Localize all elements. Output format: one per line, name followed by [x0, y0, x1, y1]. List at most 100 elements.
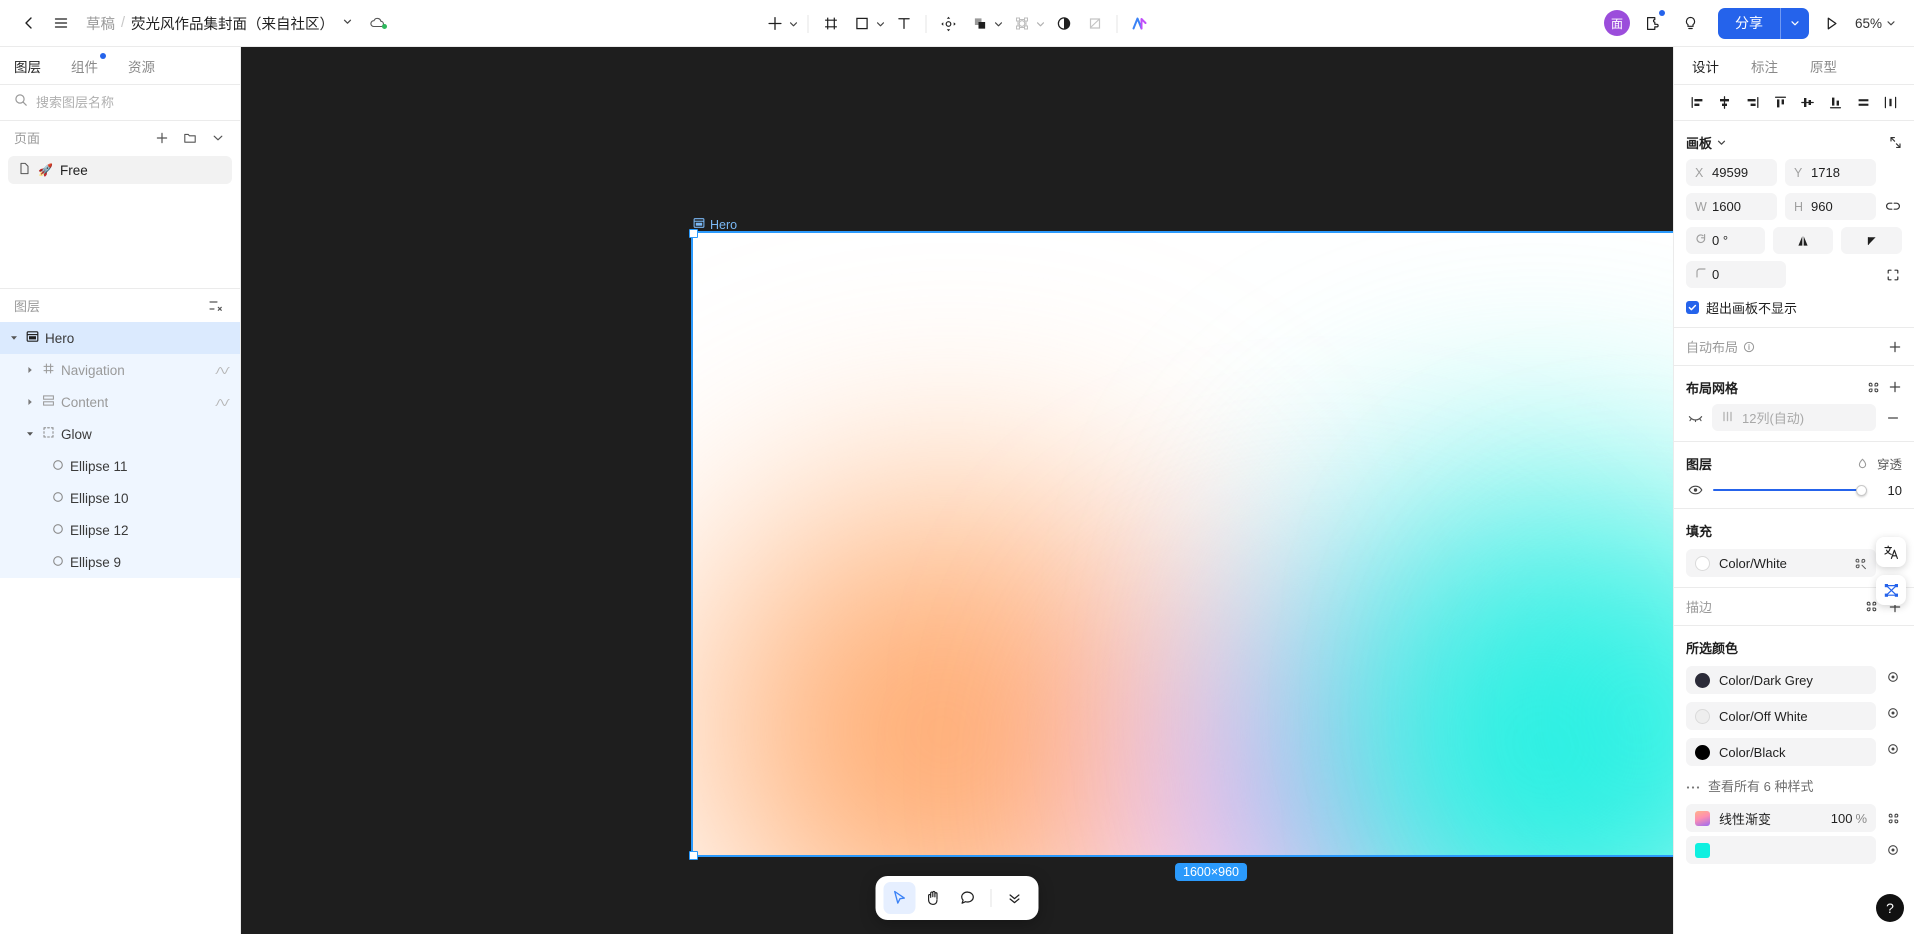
clip-content-checkbox-row[interactable]: 超出画板不显示 [1686, 298, 1902, 317]
page-item-free[interactable]: 🚀 Free [8, 156, 232, 184]
color-swatch[interactable] [1695, 744, 1710, 760]
target-icon[interactable] [1884, 706, 1902, 720]
contrast-icon[interactable] [1049, 9, 1079, 39]
styles-icon[interactable] [1867, 381, 1880, 394]
flip-vertical-icon[interactable] [1841, 227, 1903, 254]
add-layout-grid-button[interactable] [1888, 380, 1902, 394]
ai-icon[interactable] [1125, 9, 1155, 39]
cursor-tool[interactable] [883, 882, 916, 914]
remove-layout-grid-button[interactable] [1884, 411, 1902, 425]
layer-row-ellipse-11[interactable]: Ellipse 11 [0, 450, 240, 482]
boolean-caret-icon[interactable] [992, 19, 1006, 29]
frame-icon[interactable] [816, 9, 846, 39]
fill-item[interactable]: Color/White [1686, 549, 1876, 577]
target-icon[interactable] [1884, 843, 1902, 857]
independent-corners-icon[interactable] [1884, 268, 1902, 282]
target-icon[interactable] [1884, 742, 1902, 756]
lightbulb-icon[interactable] [1676, 8, 1706, 38]
gradient-item[interactable]: 线性渐变 100 % [1686, 804, 1876, 832]
disclosure-triangle-icon[interactable] [8, 334, 20, 342]
translate-icon[interactable] [1876, 537, 1906, 567]
add-icon[interactable] [760, 9, 790, 39]
artboard-label[interactable]: Hero [693, 217, 737, 232]
x-position-field[interactable]: X 49599 [1686, 159, 1777, 186]
align-center-vertical-icon[interactable] [1797, 92, 1819, 114]
disclosure-triangle-icon[interactable] [24, 430, 36, 438]
back-button[interactable] [14, 8, 44, 38]
link-ratio-icon[interactable] [1884, 200, 1902, 214]
vector-network-icon[interactable] [1876, 575, 1906, 605]
extra-color-item[interactable] [1686, 836, 1876, 864]
chevron-down-icon[interactable] [342, 16, 353, 30]
breadcrumb-draft[interactable]: 草稿 [86, 13, 115, 34]
layers-list[interactable]: Hero Navigation Content Glow Ellipse 11 … [0, 322, 240, 934]
gradient-swatch[interactable] [1695, 810, 1710, 826]
fill-swatch[interactable] [1695, 555, 1710, 571]
layer-row-ellipse-9[interactable]: Ellipse 9 [0, 546, 240, 578]
eye-off-icon[interactable] [1686, 412, 1704, 424]
collapse-icon[interactable] [1889, 136, 1902, 149]
align-left-icon[interactable] [1686, 92, 1708, 114]
hamburger-menu-icon[interactable] [46, 8, 76, 38]
align-bottom-icon[interactable] [1825, 92, 1847, 114]
flip-horizontal-icon[interactable] [1772, 227, 1834, 254]
distribute-horizontal-icon[interactable] [1880, 92, 1902, 114]
plugin-icon[interactable] [1638, 8, 1668, 38]
target-icon[interactable] [1884, 670, 1902, 684]
layer-row-glow[interactable]: Glow [0, 418, 240, 450]
selected-color-item[interactable]: Color/Off White [1686, 702, 1876, 730]
boolean-icon[interactable] [965, 9, 995, 39]
layer-row-ellipse-10[interactable]: Ellipse 10 [0, 482, 240, 514]
distribute-vertical-icon[interactable] [1852, 92, 1874, 114]
selected-color-item[interactable]: Color/Black [1686, 738, 1876, 766]
gradient-opacity-value[interactable]: 100 [1831, 811, 1853, 826]
slice-icon[interactable] [1080, 9, 1110, 39]
disclosure-triangle-icon[interactable] [24, 398, 36, 406]
add-page-button[interactable] [150, 126, 174, 150]
tab-design[interactable]: 设计 [1692, 56, 1719, 76]
add-caret-icon[interactable] [787, 19, 801, 29]
share-button[interactable]: 分享 [1717, 7, 1809, 39]
rectangle-icon[interactable] [847, 9, 877, 39]
vector-caret-icon[interactable] [1034, 19, 1048, 29]
styles-icon[interactable] [1884, 812, 1902, 825]
tab-assets[interactable]: 资源 [128, 56, 155, 76]
layer-filter-button[interactable] [200, 291, 230, 321]
info-icon[interactable] [1743, 341, 1755, 353]
opacity-value[interactable]: 10 [1876, 483, 1902, 498]
play-icon[interactable] [1817, 8, 1847, 38]
view-all-styles-button[interactable]: 查看所有 6 种样式 [1686, 776, 1902, 795]
layer-row-hero[interactable]: Hero [0, 322, 240, 354]
width-field[interactable]: W 1600 [1686, 193, 1777, 220]
corner-radius-field[interactable]: 0 [1686, 261, 1786, 288]
layout-grid-input[interactable]: 12列(自动) [1712, 404, 1876, 431]
rectangle-caret-icon[interactable] [874, 19, 888, 29]
selected-color-item[interactable]: Color/Dark Grey [1686, 666, 1876, 694]
new-folder-button[interactable] [178, 126, 202, 150]
align-top-icon[interactable] [1769, 92, 1791, 114]
blend-mode-label[interactable]: 穿透 [1877, 454, 1902, 473]
opacity-slider[interactable] [1713, 482, 1867, 498]
layer-row-ellipse-12[interactable]: Ellipse 12 [0, 514, 240, 546]
chevron-down-icon[interactable] [1716, 137, 1727, 148]
breadcrumb[interactable]: 草稿 / 荧光风作品集封面（来自社区） [86, 13, 388, 34]
disclosure-triangle-icon[interactable] [24, 366, 36, 374]
selection-handle-bottom-left[interactable] [689, 851, 698, 860]
blend-mode-icon[interactable] [1856, 457, 1869, 470]
tab-annotate[interactable]: 标注 [1751, 56, 1778, 76]
align-right-icon[interactable] [1741, 92, 1763, 114]
avatar[interactable]: 面 [1603, 10, 1630, 36]
selection-handle-top-left[interactable] [689, 229, 698, 238]
move-icon[interactable] [934, 9, 964, 39]
layer-row-content[interactable]: Content [0, 386, 240, 418]
y-position-field[interactable]: Y 1718 [1785, 159, 1876, 186]
search-input[interactable] [36, 95, 226, 110]
artboard-hero[interactable] [691, 231, 1673, 857]
eye-icon[interactable] [1686, 484, 1704, 496]
color-swatch[interactable] [1695, 708, 1710, 724]
collapse-pages-button[interactable] [206, 126, 230, 150]
tab-layers[interactable]: 图层 [14, 56, 41, 76]
clip-content-checkbox[interactable] [1686, 301, 1699, 314]
align-center-horizontal-icon[interactable] [1714, 92, 1736, 114]
vector-icon[interactable] [1007, 9, 1037, 39]
